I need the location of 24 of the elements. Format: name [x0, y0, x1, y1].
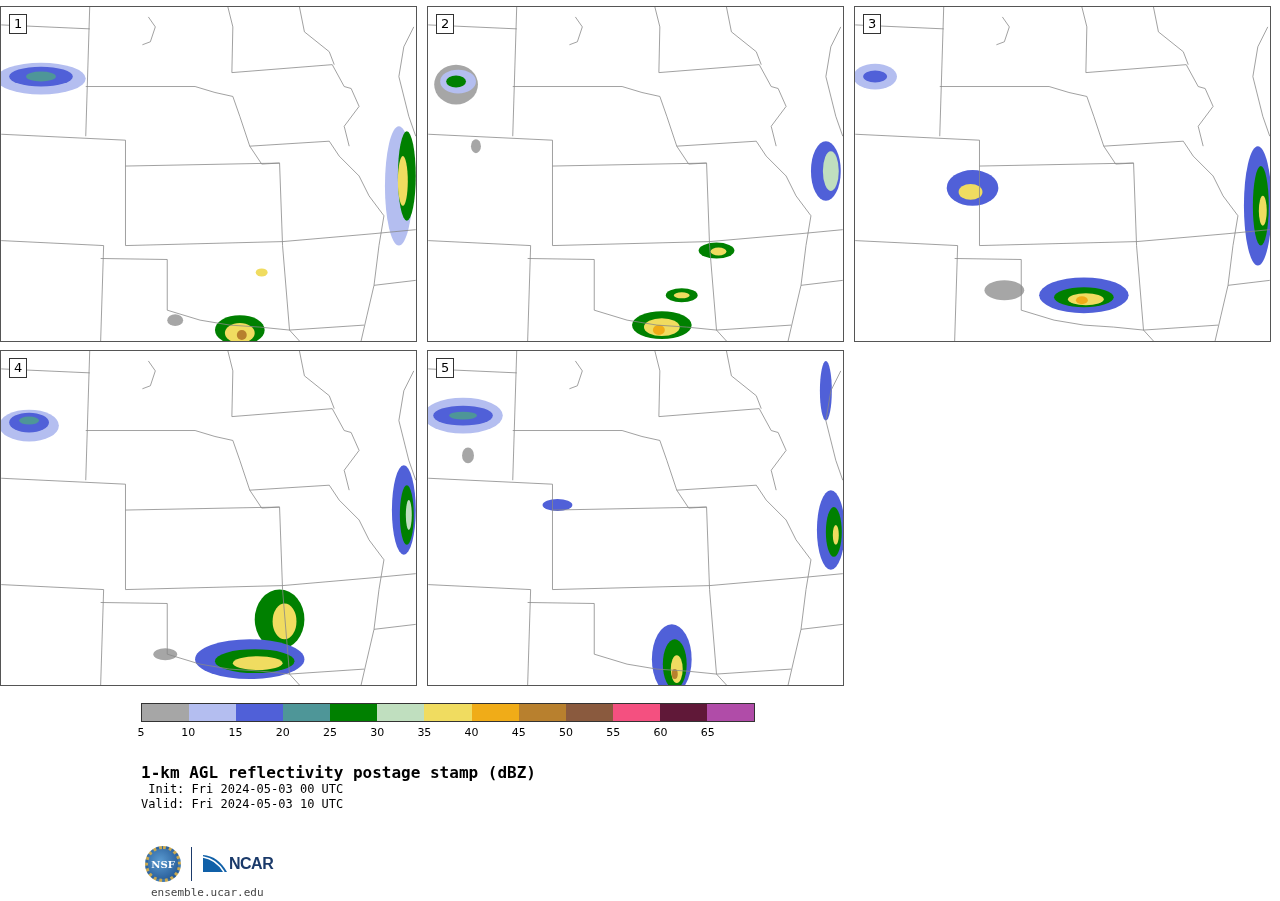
scale-tick-label: 25 [322, 725, 337, 741]
scale-tick-label: 35 [417, 725, 432, 741]
panel-number: 5 [436, 358, 455, 378]
scale-tick-label: 50 [559, 725, 574, 741]
panel-number: 3 [863, 14, 882, 34]
ncar-logo: NCAR [202, 854, 274, 874]
panel-number: 2 [436, 14, 455, 34]
scale-tick-label: 30 [370, 725, 385, 741]
scale-tick-label: 5 [137, 725, 145, 741]
scale-tick-label: 10 [181, 725, 196, 741]
chart-title: 1-km AGL reflectivity postage stamp (dBZ) [141, 763, 537, 782]
scale-tick-label: 40 [464, 725, 479, 741]
init-time: Init: Fri 2024-05-03 00 UTC [147, 782, 345, 797]
scale-tick-label: 15 [228, 725, 243, 741]
scale-tick-label: 55 [606, 725, 621, 741]
scale-tick-label: 65 [700, 725, 715, 741]
panel-number: 1 [9, 14, 28, 34]
scale-tick-label: 45 [511, 725, 526, 741]
scale-tick-label: 60 [653, 725, 668, 741]
website-url: ensemble.ucar.edu [151, 886, 265, 899]
valid-time: Valid: Fri 2024-05-03 10 UTC [141, 797, 345, 812]
scale-tick-label: 20 [275, 725, 290, 741]
seal-logo: NSF [145, 846, 181, 882]
panel-number: 4 [9, 358, 28, 378]
